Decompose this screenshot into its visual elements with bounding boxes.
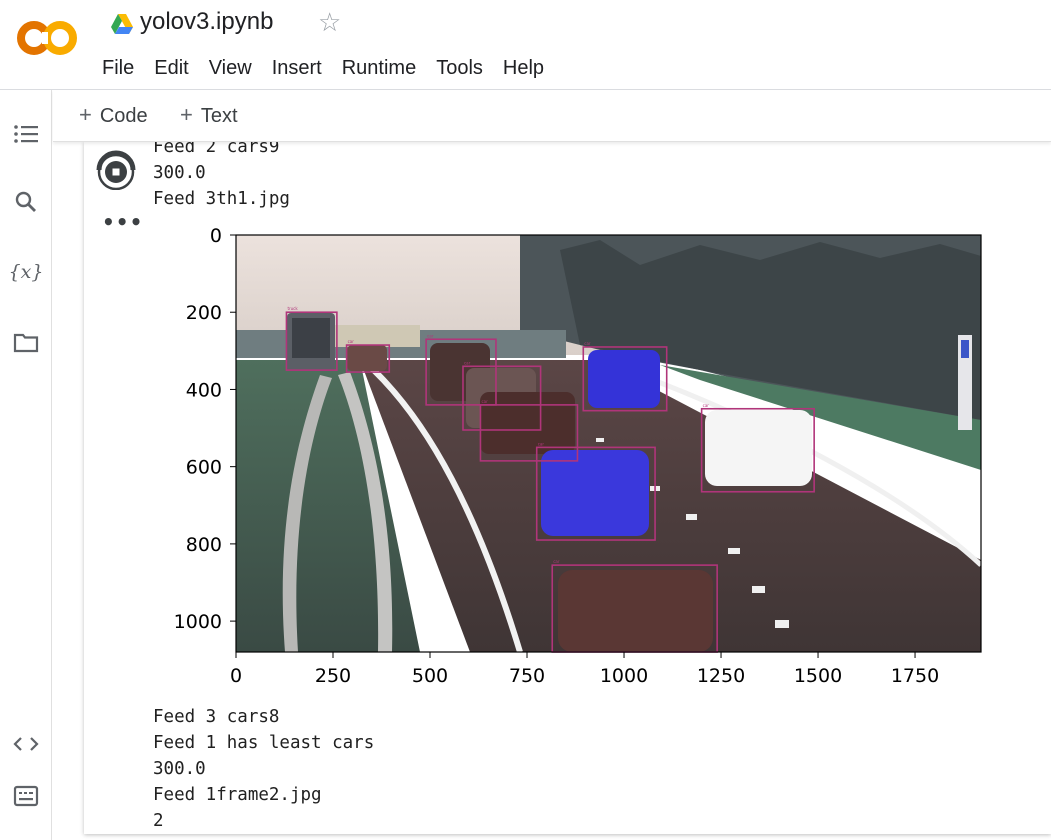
terminal-icon[interactable] bbox=[10, 780, 42, 812]
x-tick-label: 0 bbox=[230, 665, 242, 687]
y-tick-label: 0 bbox=[210, 225, 222, 247]
add-code-label: Code bbox=[99, 105, 148, 127]
photo-image bbox=[236, 235, 981, 652]
detection-label: car bbox=[538, 441, 545, 446]
stop-execution-button[interactable] bbox=[96, 150, 136, 190]
output-line: 2 bbox=[153, 811, 164, 831]
output-line: Feed 1 has least cars bbox=[153, 733, 375, 753]
y-tick-label: 1000 bbox=[174, 611, 222, 633]
x-tick-label: 250 bbox=[315, 665, 351, 687]
detection-label: car bbox=[584, 341, 591, 346]
left-sidebar: {𝑥} bbox=[0, 90, 52, 840]
variables-icon[interactable]: {𝑥} bbox=[9, 256, 44, 288]
detection-label: truck bbox=[287, 306, 298, 311]
notebook-toolbar: + Code + Text bbox=[53, 90, 1051, 142]
y-tick-label: 400 bbox=[186, 379, 222, 401]
menu-item-view[interactable]: View bbox=[199, 52, 262, 84]
y-tick-label: 200 bbox=[186, 302, 222, 324]
detection-label: car bbox=[427, 333, 434, 338]
detection-label: car bbox=[703, 403, 710, 408]
detection-label: car bbox=[464, 360, 471, 365]
x-tick-label: 1750 bbox=[891, 665, 939, 687]
detection-plot: truck car car car car car car car car 0 250 500 750… bbox=[174, 225, 982, 687]
x-tick-label: 750 bbox=[509, 665, 545, 687]
menu-item-file[interactable]: File bbox=[92, 52, 144, 84]
y-tick-label: 600 bbox=[186, 457, 222, 479]
plus-icon: + bbox=[79, 102, 92, 127]
detection-label: car bbox=[553, 559, 560, 564]
output-line: 300.0 bbox=[153, 163, 206, 183]
detection-label: car bbox=[348, 339, 355, 344]
plus-icon: + bbox=[180, 102, 193, 127]
output-line: Feed 3th1.jpg bbox=[153, 189, 290, 209]
menu-item-help[interactable]: Help bbox=[493, 52, 554, 84]
output-line: Feed 1frame2.jpg bbox=[153, 785, 322, 805]
code-snippets-icon[interactable] bbox=[10, 728, 42, 760]
y-tick-label: 800 bbox=[186, 534, 222, 556]
notebook-title[interactable]: yolov3.ipynb bbox=[140, 8, 273, 36]
y-axis: 0 200 400 600 800 1000 bbox=[174, 225, 236, 633]
table-of-contents-icon[interactable] bbox=[10, 118, 42, 150]
output-line: 300.0 bbox=[153, 759, 206, 779]
x-tick-label: 1500 bbox=[794, 665, 842, 687]
menu-item-tools[interactable]: Tools bbox=[426, 52, 493, 84]
menu-item-edit[interactable]: Edit bbox=[144, 52, 198, 84]
google-drive-icon[interactable] bbox=[110, 13, 134, 35]
output-line: Feed 3 cars8 bbox=[153, 707, 280, 727]
x-tick-label: 500 bbox=[412, 665, 448, 687]
add-code-button[interactable]: + Code bbox=[79, 102, 148, 129]
app-header: yolov3.ipynb ☆ File Edit View Insert Runtime… bbox=[0, 0, 1051, 90]
menu-item-runtime[interactable]: Runtime bbox=[332, 52, 426, 84]
star-icon[interactable]: ☆ bbox=[318, 8, 341, 38]
menu-bar: File Edit View Insert Runtime Tools Help bbox=[92, 52, 554, 84]
more-options-icon[interactable]: ••• bbox=[102, 212, 143, 232]
x-tick-label: 1250 bbox=[697, 665, 745, 687]
x-axis: 0 250 500 750 1000 1250 1500 1750 bbox=[230, 652, 939, 687]
colab-logo[interactable] bbox=[16, 18, 80, 58]
search-icon[interactable] bbox=[10, 186, 42, 218]
add-text-label: Text bbox=[200, 105, 238, 127]
x-tick-label: 1000 bbox=[600, 665, 648, 687]
menu-item-insert[interactable]: Insert bbox=[262, 52, 332, 84]
files-icon[interactable] bbox=[10, 326, 42, 358]
detection-label: car bbox=[481, 399, 488, 404]
add-text-button[interactable]: + Text bbox=[180, 102, 238, 129]
